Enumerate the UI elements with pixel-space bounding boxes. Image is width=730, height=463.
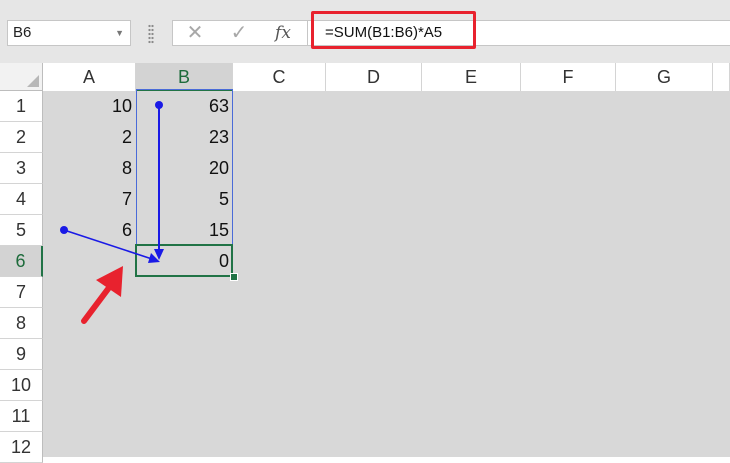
row-header-6[interactable]: 6 [0,246,43,277]
fill-handle[interactable] [230,273,238,281]
row-header-1[interactable]: 1 [0,91,43,122]
row-header-12[interactable]: 12 [0,432,43,463]
column-header-row: A B C D E F G [0,63,730,91]
column-divider [713,91,714,457]
column-header-c[interactable]: C [233,63,326,91]
column-header-g[interactable]: G [616,63,713,91]
row-header-4[interactable]: 4 [0,184,43,215]
row-header-9[interactable]: 9 [0,339,43,370]
select-all-icon [27,75,39,87]
row-header-3[interactable]: 3 [0,153,43,184]
row-header-10[interactable]: 10 [0,370,43,401]
row-header-7[interactable]: 7 [0,277,43,308]
column-header-d[interactable]: D [326,63,422,91]
formula-buttons: ✕ ✓ fx [172,20,308,46]
name-box[interactable]: B6 ▼ [7,20,131,46]
cell-a5[interactable]: 6 [43,215,136,246]
function-icon[interactable]: fx [263,21,303,45]
formula-highlight-box [311,11,476,49]
cell-a2[interactable]: 2 [43,122,136,153]
cell-a4[interactable]: 7 [43,184,136,215]
column-header-e[interactable]: E [422,63,521,91]
active-cell-border [135,244,233,277]
column-header-f[interactable]: F [521,63,616,91]
cancel-icon[interactable]: ✕ [175,21,215,45]
formula-bar-grip[interactable] [148,24,154,44]
worksheet-grid: A B C D E F G 1 2 3 4 5 6 7 8 9 10 11 12… [0,63,730,463]
column-header-h[interactable] [713,63,730,91]
column-header-b[interactable]: B [136,63,233,91]
column-header-a[interactable]: A [43,63,136,91]
row-header-8[interactable]: 8 [0,308,43,339]
cell-a1[interactable]: 10 [43,91,136,122]
cell-a3[interactable]: 8 [43,153,136,184]
row-header-5[interactable]: 5 [0,215,43,246]
dropdown-arrow-icon[interactable]: ▼ [115,21,124,45]
name-box-value: B6 [13,24,32,41]
enter-icon[interactable]: ✓ [219,21,259,45]
row-header-11[interactable]: 11 [0,401,43,432]
column-divider [521,91,522,457]
column-divider [616,91,617,457]
formula-bar: B6 ▼ ✕ ✓ fx =SUM(B1:B6)*A5 [0,0,730,63]
row-header-2[interactable]: 2 [0,122,43,153]
select-all-button[interactable] [0,63,43,91]
column-divider [422,91,423,457]
column-divider [326,91,327,457]
